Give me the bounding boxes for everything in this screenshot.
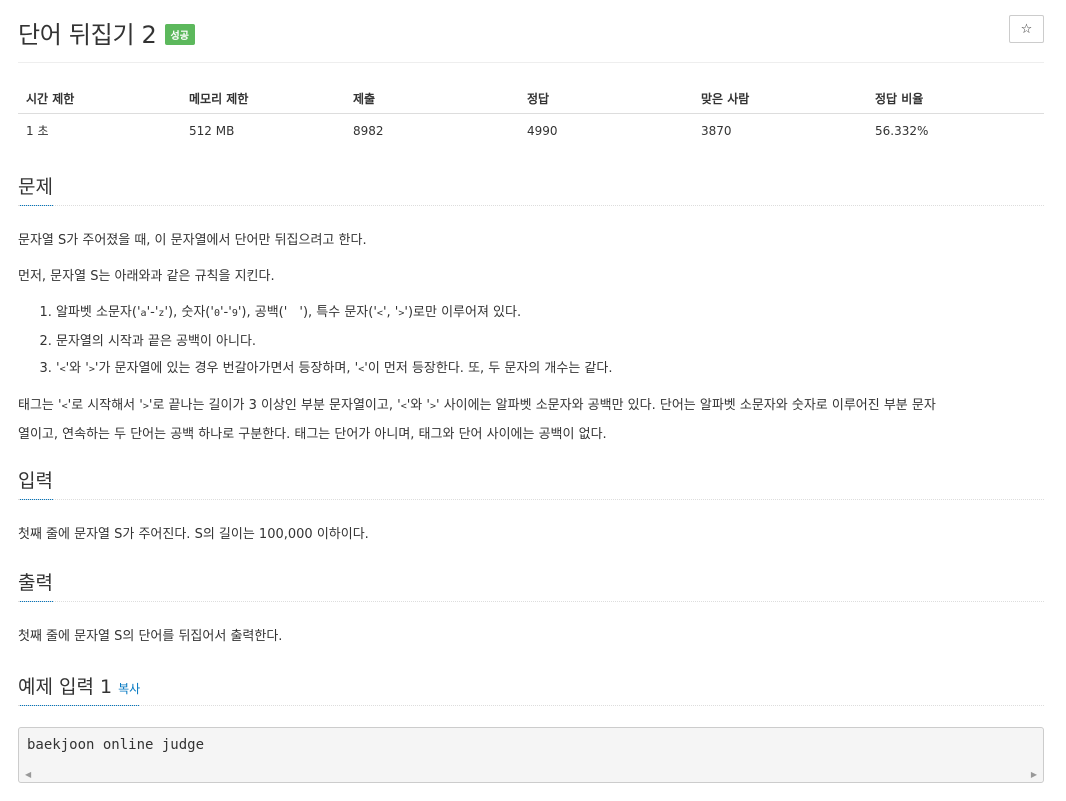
section-problem-header: 문제 [18, 172, 1044, 206]
accepted-value: 4990 [527, 123, 558, 138]
page-title: 단어 뒤집기 2 [18, 20, 157, 49]
header-time-limit: 시간 제한 [18, 84, 181, 114]
section-title: 출력 [18, 568, 53, 602]
stats-table: 시간 제한 메모리 제한 제출 정답 맞은 사람 정답 비율 1 초 512 M… [18, 84, 1044, 147]
sample-input-box[interactable]: baekjoon online judge ◀ ▶ [18, 727, 1044, 783]
ratio-value: 56.332% [875, 123, 929, 138]
description-paragraph: 먼저, 문자열 S는 아래와과 같은 규칙을 지킨다. [18, 269, 275, 284]
favorite-button[interactable]: ☆ [1009, 15, 1044, 43]
title-row: 단어 뒤집기 2 성공 [18, 14, 195, 50]
star-icon: ☆ [1020, 21, 1033, 37]
output-description: 첫째 줄에 문자열 S의 단어를 뒤집어서 출력한다. [18, 629, 283, 644]
header-submissions: 제출 [345, 84, 519, 114]
input-description: 첫째 줄에 문자열 S가 주어진다. S의 길이는 100,000 이하이다. [18, 527, 369, 542]
status-badge: 성공 [164, 23, 195, 45]
description-paragraph: 태그는 '<'로 시작해서 '>'로 끝나는 길이가 3 이상인 부분 문자열이… [18, 398, 936, 442]
section-title: 입력 [18, 466, 53, 500]
section-input-header: 입력 [18, 466, 1044, 500]
scroll-left-icon[interactable]: ◀ [25, 770, 31, 779]
divider [18, 62, 1044, 63]
time-limit-value: 1 초 [26, 124, 49, 138]
list-item: 알파벳 소문자('a'-'z'), 숫자('0'-'9'), 공백(' '), … [56, 299, 612, 328]
header-memory-limit: 메모리 제한 [181, 84, 345, 114]
section-output-header: 출력 [18, 568, 1044, 602]
memory-limit-value: 512 MB [189, 123, 235, 138]
table-row: 1 초 512 MB 8982 4990 3870 56.332% [18, 114, 1044, 148]
header-solvers: 맞은 사람 [693, 84, 867, 114]
list-item: '<'와 '>'가 문자열에 있는 경우 번갈아가면서 등장하며, '<'이 먼… [56, 355, 612, 384]
section-sample-input-header: 예제 입력 1 복사 [18, 672, 1044, 706]
horizontal-scrollbar[interactable]: ◀ ▶ [19, 768, 1043, 782]
header-ratio: 정답 비율 [867, 84, 1044, 114]
header-accepted: 정답 [519, 84, 693, 114]
solvers-value: 3870 [701, 123, 732, 138]
rules-list: 알파벳 소문자('a'-'z'), 숫자('0'-'9'), 공백(' '), … [18, 299, 612, 384]
list-item: 문자열의 시작과 끝은 공백이 아니다. [56, 328, 612, 356]
description-paragraph: 문자열 S가 주어졌을 때, 이 문자열에서 단어만 뒤집으려고 한다. [18, 233, 367, 248]
table-header-row: 시간 제한 메모리 제한 제출 정답 맞은 사람 정답 비율 [18, 84, 1044, 114]
section-title: 문제 [18, 172, 53, 206]
section-title: 예제 입력 1 [18, 676, 113, 698]
sample-input-text: baekjoon online judge [27, 737, 205, 753]
copy-link[interactable]: 복사 [118, 682, 140, 696]
scroll-right-icon[interactable]: ▶ [1031, 770, 1037, 779]
submissions-value: 8982 [353, 123, 384, 138]
